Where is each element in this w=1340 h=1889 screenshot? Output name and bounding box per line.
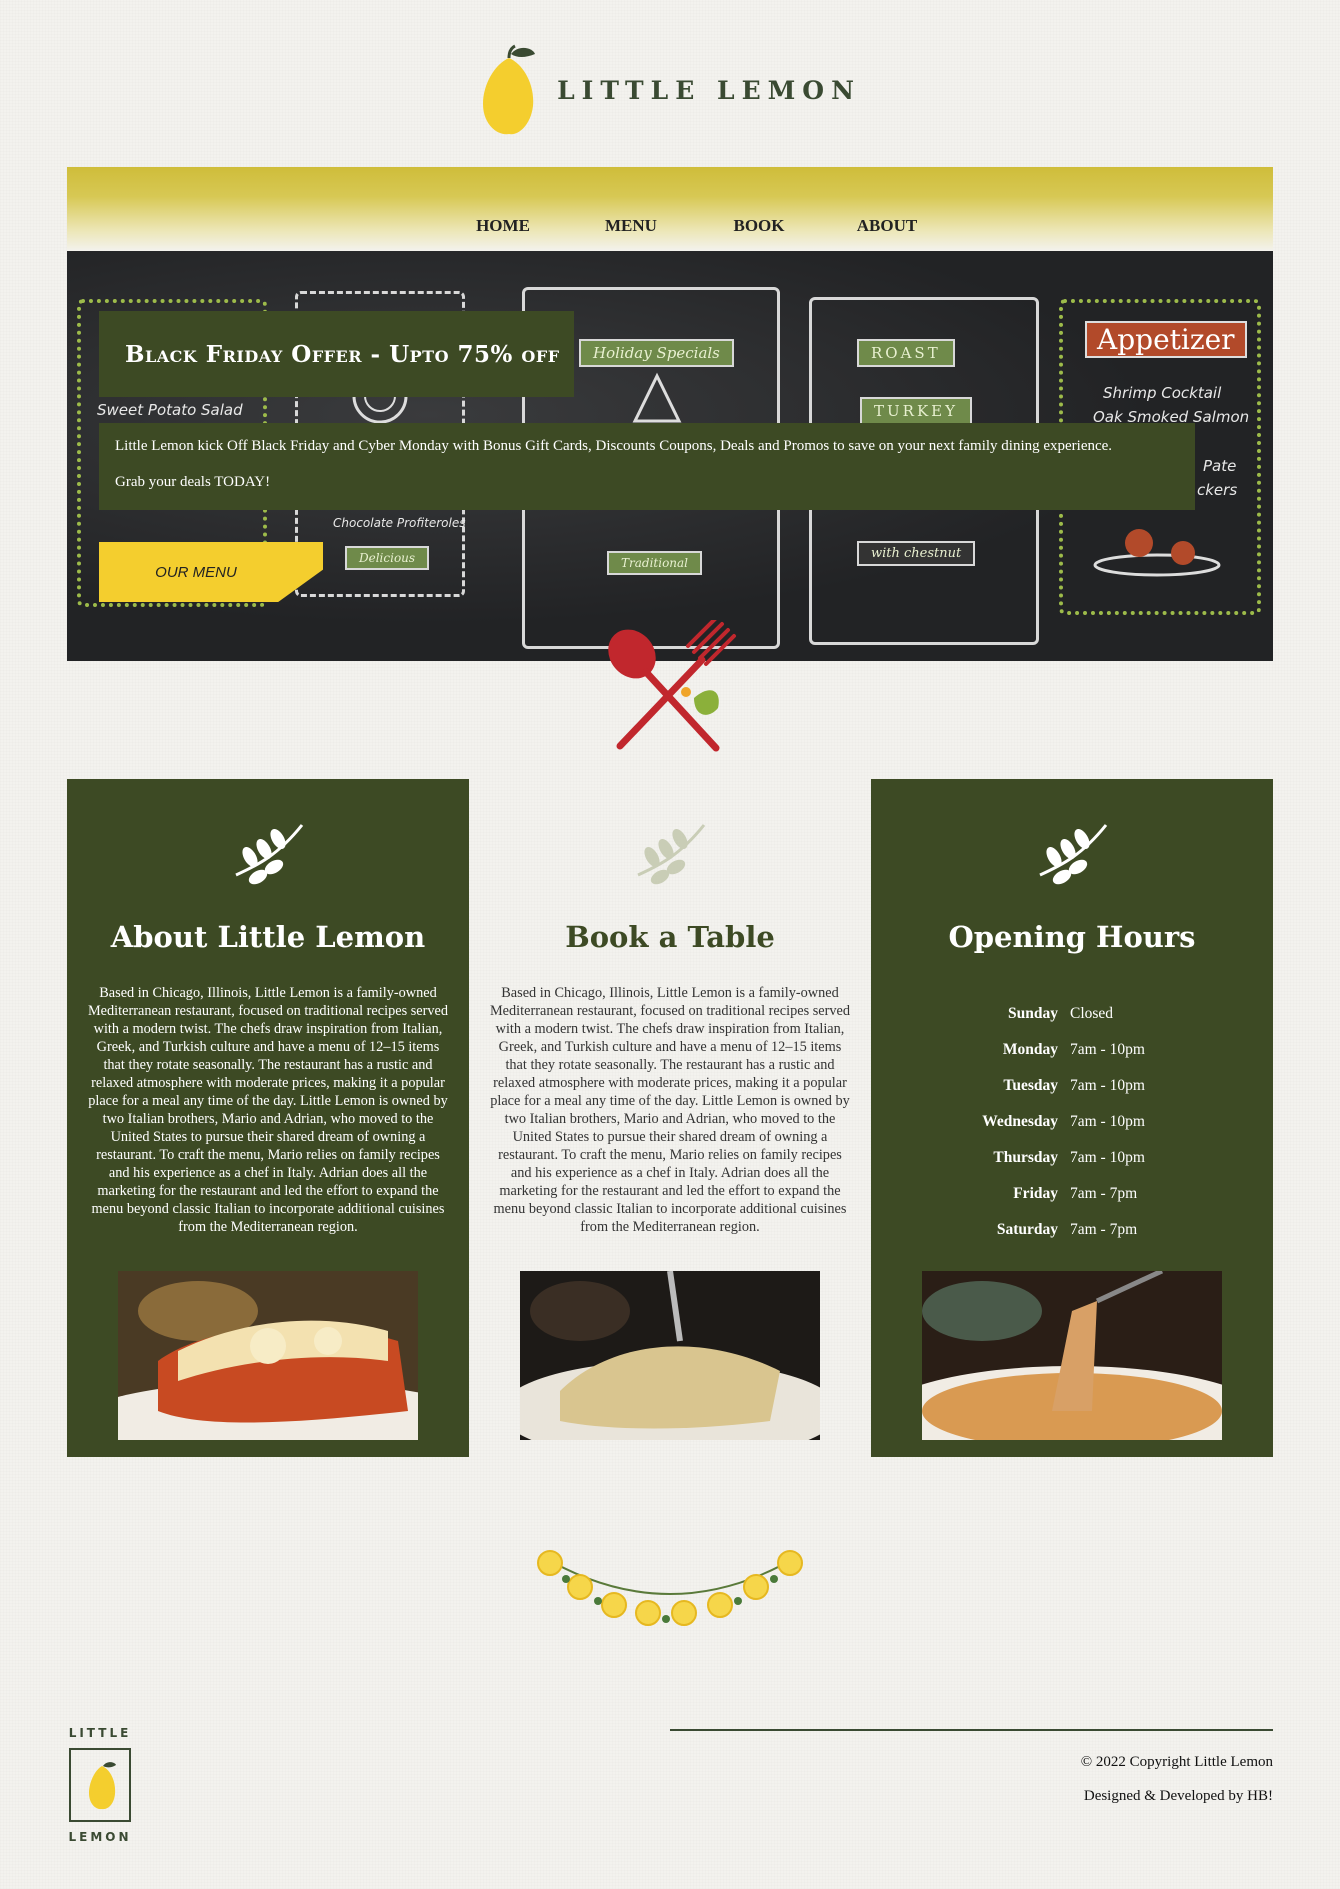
footer-logo-box <box>69 1748 131 1822</box>
chalk-chestnut-tag: with chestnut <box>857 541 976 566</box>
hours-row: Monday 7am - 10pm <box>871 1041 1273 1077</box>
promo-cta-text: Grab your deals TODAY! <box>115 474 271 490</box>
credit-text: Designed & Developed by HB! <box>1083 1788 1273 1804</box>
nav-book[interactable]: BOOK <box>695 216 823 236</box>
cutlery-icon <box>608 620 736 752</box>
promo-box: Little Lemon kick Off Black Friday and C… <box>99 423 1195 510</box>
hours-row: Tuesday 7am - 10pm <box>871 1077 1273 1113</box>
footer-logo[interactable]: LITTLE LEMON <box>67 1726 133 1844</box>
hours-row: Wednesday 7am - 10pm <box>871 1113 1273 1149</box>
hours-time: 7am - 7pm <box>1070 1221 1138 1238</box>
book-title[interactable]: Book a Table <box>469 920 871 954</box>
book-section: Book a Table Based in Chicago, Illinois,… <box>469 779 871 1457</box>
chalk-salad-text: Sweet Potato Salad <box>97 401 243 419</box>
herb-sprig-icon <box>235 824 304 885</box>
hours-row: Friday 7am - 7pm <box>871 1185 1273 1221</box>
hours-row: Saturday 7am - 7pm <box>871 1221 1273 1257</box>
hours-day: Monday <box>1002 1041 1058 1058</box>
brand-name: LITTLE LEMON <box>557 75 861 105</box>
hours-table: Sunday Closed Monday 7am - 10pm Tuesday 7am… <box>871 1005 1273 1257</box>
chalk-turkey-tag: TURKEY <box>860 397 972 425</box>
hours-time: Closed <box>1070 1005 1114 1022</box>
hours-title: Opening Hours <box>948 920 1196 954</box>
lemon-logo-icon <box>89 1762 116 1810</box>
nav-about[interactable]: ABOUT <box>823 216 951 236</box>
chalk-shrimp-plate-icon <box>1093 529 1221 577</box>
hours-row: Sunday Closed <box>871 1005 1273 1041</box>
chalk-app-item-4: ckers <box>1197 481 1238 499</box>
about-section: About Little Lemon Based in Chicago, Ill… <box>67 779 469 1457</box>
chalk-app-item-1: Shrimp Cocktail <box>1103 384 1222 402</box>
chalk-chocolate-text: Chocolate Profiteroles <box>333 516 466 530</box>
hours-day: Wednesday <box>982 1113 1058 1130</box>
chalk-holiday-tag: Holiday Specials <box>579 339 734 367</box>
hours-time: 7am - 10pm <box>1070 1113 1145 1130</box>
chalk-roast-tag: ROAST <box>857 339 955 367</box>
hours-row: Thursday 7am - 10pm <box>871 1149 1273 1185</box>
hours-time: 7am - 7pm <box>1070 1185 1138 1202</box>
chalk-app-item-3: Pate <box>1203 457 1237 475</box>
our-menu-label: OUR MENU <box>155 563 237 581</box>
hours-section: Opening Hours Sunday Closed Monday 7am - 1… <box>871 779 1273 1457</box>
chalk-traditional-tag: Traditional <box>607 551 703 575</box>
hero-banner: Sweet Potato Salad Chocolate Profiterole… <box>67 251 1273 661</box>
offer-banner: Black Friday Offer - Upto 75% off <box>99 311 574 397</box>
footer-credits: © 2022 Copyright Little Lemon Designed &… <box>1081 1745 1273 1813</box>
chalk-delicious-tag: Delicious <box>345 546 430 570</box>
footer-logo-word-bottom: LEMON <box>68 1830 132 1844</box>
footer-divider <box>670 1729 1273 1731</box>
pasta-photo <box>520 1271 820 1440</box>
nav-home[interactable]: HOME <box>439 216 567 236</box>
pizza-photo <box>922 1271 1222 1440</box>
footer-logo-word-top: LITTLE <box>68 1726 132 1740</box>
hours-day: Friday <box>1013 1185 1058 1202</box>
chalk-appetizer-title: Appetizer <box>1085 321 1247 358</box>
about-text: Based in Chicago, Illinois, Little Lemon… <box>87 985 449 1235</box>
hours-time: 7am - 10pm <box>1070 1077 1145 1094</box>
hours-day: Tuesday <box>1003 1077 1058 1094</box>
site-logo[interactable]: LITTLE LEMON <box>0 44 1340 136</box>
offer-title: Black Friday Offer - Upto 75% off <box>125 340 560 368</box>
chalk-tree-icon <box>632 372 682 423</box>
hours-time: 7am - 10pm <box>1070 1149 1145 1166</box>
herb-sprig-icon <box>637 824 706 885</box>
promo-text: Little Lemon kick Off Black Friday and C… <box>115 438 1113 454</box>
nav-menu[interactable]: MENU <box>567 216 695 236</box>
herb-sprig-icon <box>1039 824 1108 885</box>
about-title: About Little Lemon <box>110 920 426 954</box>
lemon-garland-icon <box>537 1550 803 1626</box>
hours-time: 7am - 10pm <box>1070 1041 1145 1058</box>
lemon-logo-icon <box>483 44 536 135</box>
lasagna-photo <box>118 1271 418 1440</box>
our-menu-button[interactable]: OUR MENU <box>99 542 323 602</box>
hours-day: Thursday <box>993 1149 1058 1166</box>
hours-day: Saturday <box>996 1221 1058 1238</box>
hours-day: Sunday <box>1008 1005 1058 1022</box>
main-nav: HOME MENU BOOK ABOUT <box>67 167 1273 251</box>
copyright-text: © 2022 Copyright Little Lemon <box>1080 1754 1273 1770</box>
book-text: Based in Chicago, Illinois, Little Lemon… <box>489 985 851 1235</box>
